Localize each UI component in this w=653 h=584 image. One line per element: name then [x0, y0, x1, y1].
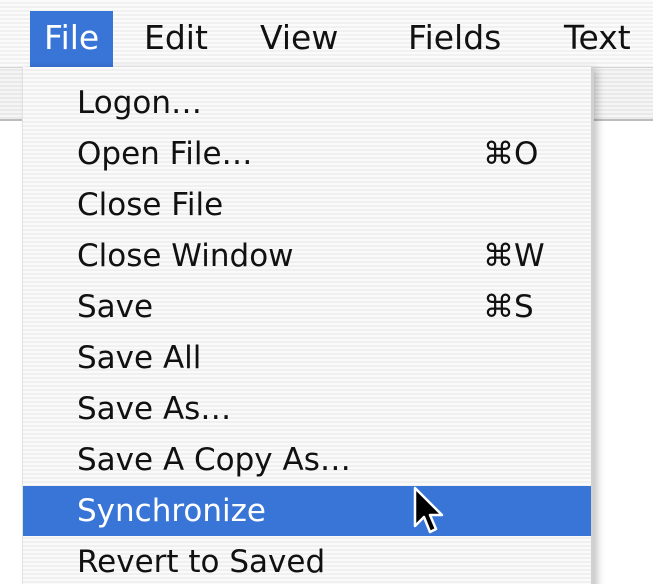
menu-item-label: Close Window [77, 238, 294, 274]
menu-item-save-a-copy-as[interactable]: Save A Copy As… [23, 435, 591, 485]
menu-item-label: Revert to Saved [77, 544, 326, 580]
menu-item-label: Close File [77, 187, 224, 223]
menu-item-revert-to-saved[interactable]: Revert to Saved [23, 537, 591, 584]
menu-item-logon[interactable]: Logon… [23, 78, 591, 128]
menu-item-save-as[interactable]: Save As… [23, 384, 591, 434]
menu-item-label: Save [77, 289, 154, 325]
menu-item-close-file[interactable]: Close File [23, 180, 591, 230]
menu-item-open-file[interactable]: Open File… ⌘O [23, 129, 591, 179]
menu-item-label: Save All [77, 340, 202, 376]
arrow-pointer-icon [413, 486, 444, 534]
menu-text[interactable]: Text [550, 8, 645, 67]
menu-item-save[interactable]: Save ⌘S [23, 282, 591, 332]
menu-view[interactable]: View [246, 8, 352, 67]
screen: File Edit View Fields Text Logon… Open F… [0, 0, 653, 584]
menu-item-label: Open File… [77, 136, 253, 172]
menu-item-shortcut: ⌘O [483, 136, 539, 172]
menu-item-label: Save As… [77, 391, 232, 427]
menu-item-label: Logon… [77, 85, 202, 121]
menu-item-label: Save A Copy As… [77, 442, 351, 478]
menu-item-synchronize[interactable]: Synchronize [23, 486, 591, 536]
menu-bar: File Edit View Fields Text [0, 0, 653, 68]
menu-item-shortcut: ⌘W [483, 238, 545, 274]
menu-edit[interactable]: Edit [130, 8, 222, 67]
menu-fields[interactable]: Fields [394, 8, 515, 67]
menu-file[interactable]: File [30, 11, 114, 67]
menu-item-shortcut: ⌘S [483, 289, 534, 325]
menu-item-label: Synchronize [77, 493, 266, 529]
file-menu-dropdown: Logon… Open File… ⌘O Close File Close Wi… [22, 67, 591, 584]
menu-item-save-all[interactable]: Save All [23, 333, 591, 383]
menu-item-close-window[interactable]: Close Window ⌘W [23, 231, 591, 281]
